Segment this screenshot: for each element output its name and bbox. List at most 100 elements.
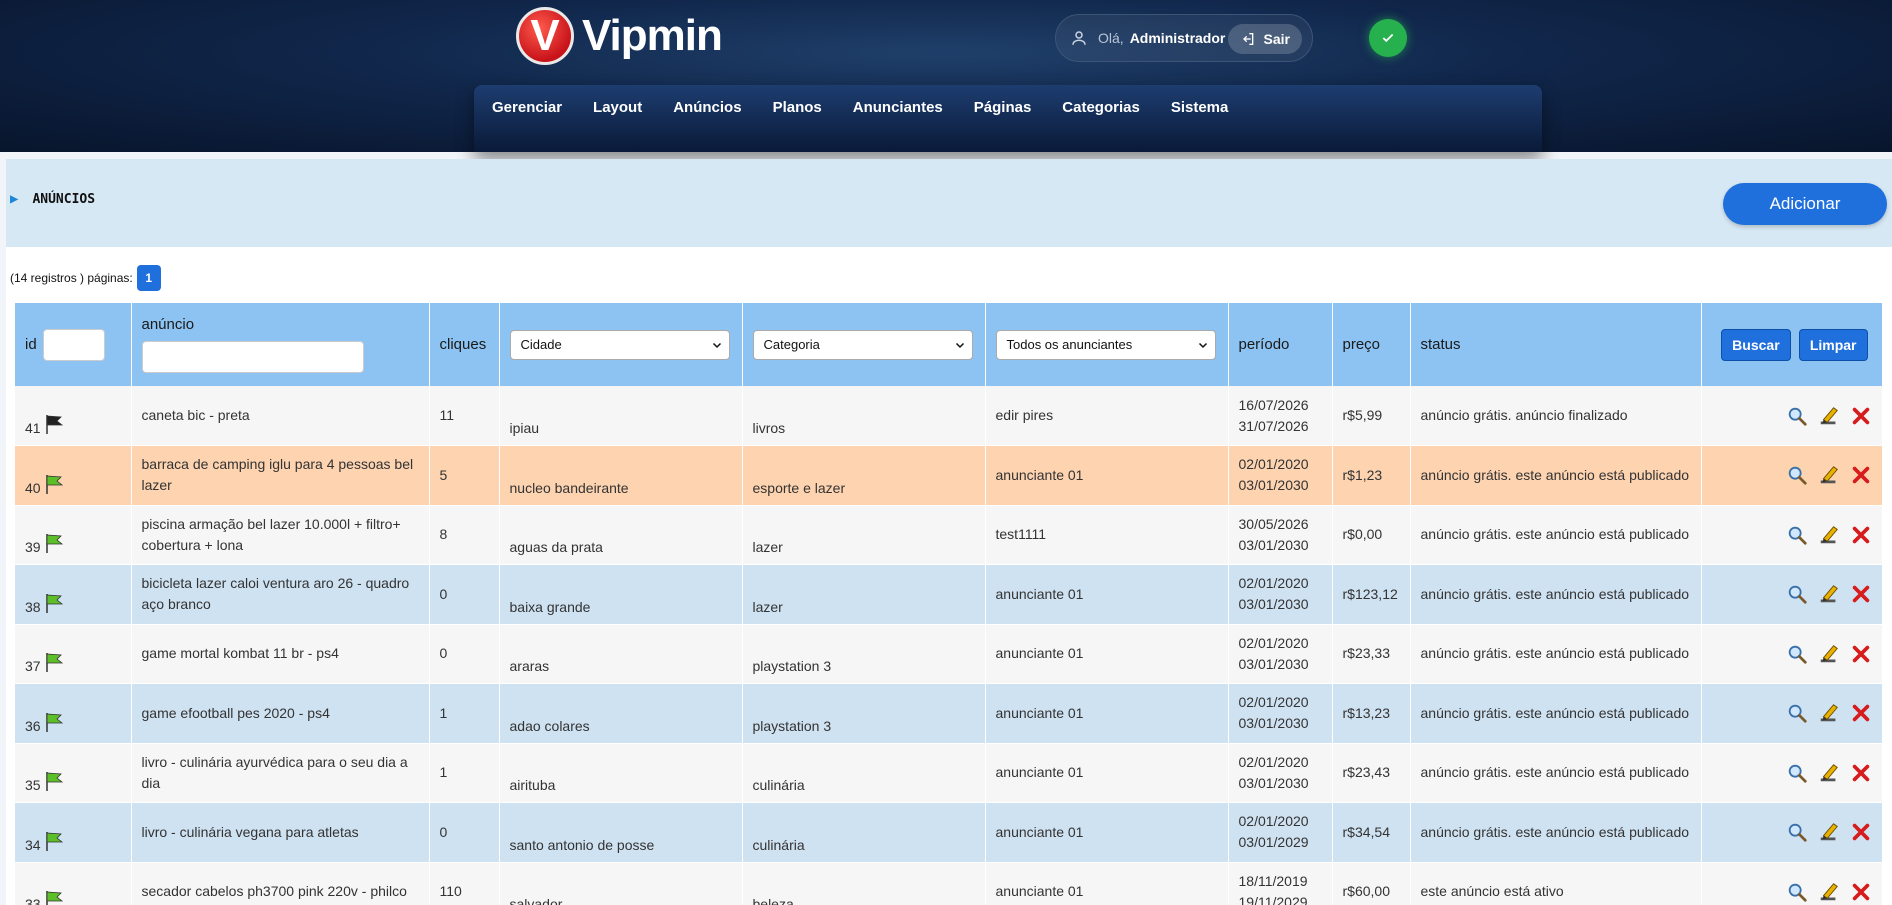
category-select[interactable]: Categoria <box>752 329 973 360</box>
nav-item-anuncios[interactable]: Anúncios <box>673 99 741 116</box>
advertiser-cell: anunciante 01 <box>985 564 1229 625</box>
table-row: 37 game mortal kombat 11 br - ps4 0 araras… <box>15 624 1883 684</box>
category-select-value: Categoria <box>763 337 820 352</box>
brand-logo[interactable]: V Vipmin <box>516 6 723 66</box>
delete-icon[interactable] <box>1850 405 1872 427</box>
logout-button[interactable]: Sair <box>1227 24 1302 54</box>
delete-icon[interactable] <box>1850 583 1872 605</box>
city-cell: salvador <box>499 862 743 905</box>
page-button-1[interactable]: 1 <box>136 265 161 291</box>
user-name: Administrador <box>1129 30 1226 46</box>
advertiser-cell: anunciante 01 <box>985 802 1229 863</box>
city-select[interactable]: Cidade <box>509 329 730 360</box>
category-cell: livros <box>742 386 986 446</box>
delete-icon[interactable] <box>1850 881 1872 903</box>
period-end: 03/01/2029 <box>1238 834 1309 851</box>
pencil-icon[interactable] <box>1818 821 1840 843</box>
pencil-icon[interactable] <box>1818 405 1840 427</box>
pencil-icon[interactable] <box>1818 643 1840 665</box>
row-actions <box>1701 505 1883 565</box>
check-icon[interactable] <box>1369 19 1407 57</box>
magnifier-icon[interactable] <box>1786 821 1808 843</box>
magnifier-icon[interactable] <box>1786 881 1808 903</box>
period-start: 02/01/2020 <box>1238 753 1309 770</box>
magnifier-icon[interactable] <box>1786 643 1808 665</box>
magnifier-icon[interactable] <box>1786 583 1808 605</box>
main-nav: Gerenciar Layout Anúncios Planos Anuncia… <box>474 85 1542 152</box>
magnifier-icon[interactable] <box>1786 405 1808 427</box>
magnifier-icon[interactable] <box>1786 702 1808 724</box>
delete-icon[interactable] <box>1850 762 1872 784</box>
category-cell: lazer <box>742 564 986 625</box>
flag-icon <box>46 534 64 553</box>
ad-title-cell: caneta bic - preta <box>131 386 430 446</box>
ad-title-cell: game mortal kombat 11 br - ps4 <box>131 624 430 684</box>
advertiser-select[interactable]: Todos os anunciantes <box>995 329 1216 360</box>
ad-header: anúncio <box>131 303 430 386</box>
delete-icon[interactable] <box>1850 464 1872 486</box>
clicks-header: cliques <box>429 303 500 386</box>
flag-icon <box>46 772 64 791</box>
nav-item-paginas[interactable]: Páginas <box>974 99 1032 116</box>
period-cell: 02/01/2020 03/01/2030 <box>1228 564 1333 625</box>
advertiser-cell: edir pires <box>985 386 1229 446</box>
price-cell: r$5,99 <box>1332 386 1411 446</box>
ad-title-cell: barraca de camping iglu para 4 pessoas b… <box>131 445 430 506</box>
nav-item-sistema[interactable]: Sistema <box>1171 99 1229 116</box>
delete-icon[interactable] <box>1850 702 1872 724</box>
flag-icon <box>46 593 64 613</box>
category-cell: playstation 3 <box>742 624 986 684</box>
period-cell: 02/01/2020 03/01/2029 <box>1228 802 1333 863</box>
flag-icon <box>46 653 64 672</box>
table-row: 34 livro - culinária vegana para atletas… <box>15 802 1883 863</box>
period-cell: 30/05/2026 03/01/2030 <box>1228 505 1333 565</box>
period-cell: 02/01/2020 03/01/2030 <box>1228 445 1333 506</box>
nav-item-planos[interactable]: Planos <box>773 99 822 116</box>
pencil-icon[interactable] <box>1818 881 1840 903</box>
period-cell: 18/11/2019 19/11/2029 <box>1228 862 1333 905</box>
page-title-text: ANÚNCIOS <box>32 191 96 207</box>
period-cell: 02/01/2020 03/01/2030 <box>1228 683 1333 744</box>
status-cell: este anúncio está ativo <box>1410 862 1702 905</box>
status-cell: anúncio grátis. este anúncio está public… <box>1410 505 1702 565</box>
page-title: ▶ ANÚNCIOS <box>10 191 95 207</box>
table-row: 41 caneta bic - preta 11 ipiau livros edir p… <box>15 386 1883 446</box>
clicks-cell: 5 <box>429 445 500 506</box>
nav-item-categorias[interactable]: Categorias <box>1062 99 1140 116</box>
nav-item-anunciantes[interactable]: Anunciantes <box>853 99 943 116</box>
search-button[interactable]: Buscar <box>1721 328 1791 361</box>
clear-button[interactable]: Limpar <box>1798 328 1868 361</box>
id-filter-input[interactable] <box>42 328 105 361</box>
delete-icon[interactable] <box>1850 524 1872 546</box>
pencil-icon[interactable] <box>1818 583 1840 605</box>
flag-icon <box>46 831 64 851</box>
magnifier-icon[interactable] <box>1786 464 1808 486</box>
city-cell: ipiau <box>499 386 743 446</box>
price-cell: r$23,43 <box>1332 743 1411 803</box>
advertiser-cell: anunciante 01 <box>985 624 1229 684</box>
ad-filter-input[interactable] <box>141 341 364 373</box>
add-button[interactable]: Adicionar <box>1723 183 1887 225</box>
pencil-icon[interactable] <box>1818 524 1840 546</box>
nav-item-gerenciar[interactable]: Gerenciar <box>492 99 562 116</box>
chevron-down-icon <box>1198 342 1207 348</box>
delete-icon[interactable] <box>1850 643 1872 665</box>
period-end: 03/01/2030 <box>1238 477 1309 494</box>
price-cell: r$1,23 <box>1332 445 1411 506</box>
period-end: 03/01/2030 <box>1238 715 1309 732</box>
row-id: 41 <box>25 420 41 436</box>
id-header: id <box>15 303 132 386</box>
row-actions <box>1701 743 1883 803</box>
city-header: Cidade <box>499 303 743 386</box>
pencil-icon[interactable] <box>1818 762 1840 784</box>
price-cell: r$123,12 <box>1332 564 1411 625</box>
magnifier-icon[interactable] <box>1786 524 1808 546</box>
pencil-icon[interactable] <box>1818 702 1840 724</box>
pagination: (14 registros ) páginas: 1 <box>10 265 161 291</box>
category-cell: lazer <box>742 505 986 565</box>
magnifier-icon[interactable] <box>1786 762 1808 784</box>
delete-icon[interactable] <box>1850 821 1872 843</box>
chevron-down-icon <box>712 342 721 348</box>
nav-item-layout[interactable]: Layout <box>593 99 642 116</box>
pencil-icon[interactable] <box>1818 464 1840 486</box>
